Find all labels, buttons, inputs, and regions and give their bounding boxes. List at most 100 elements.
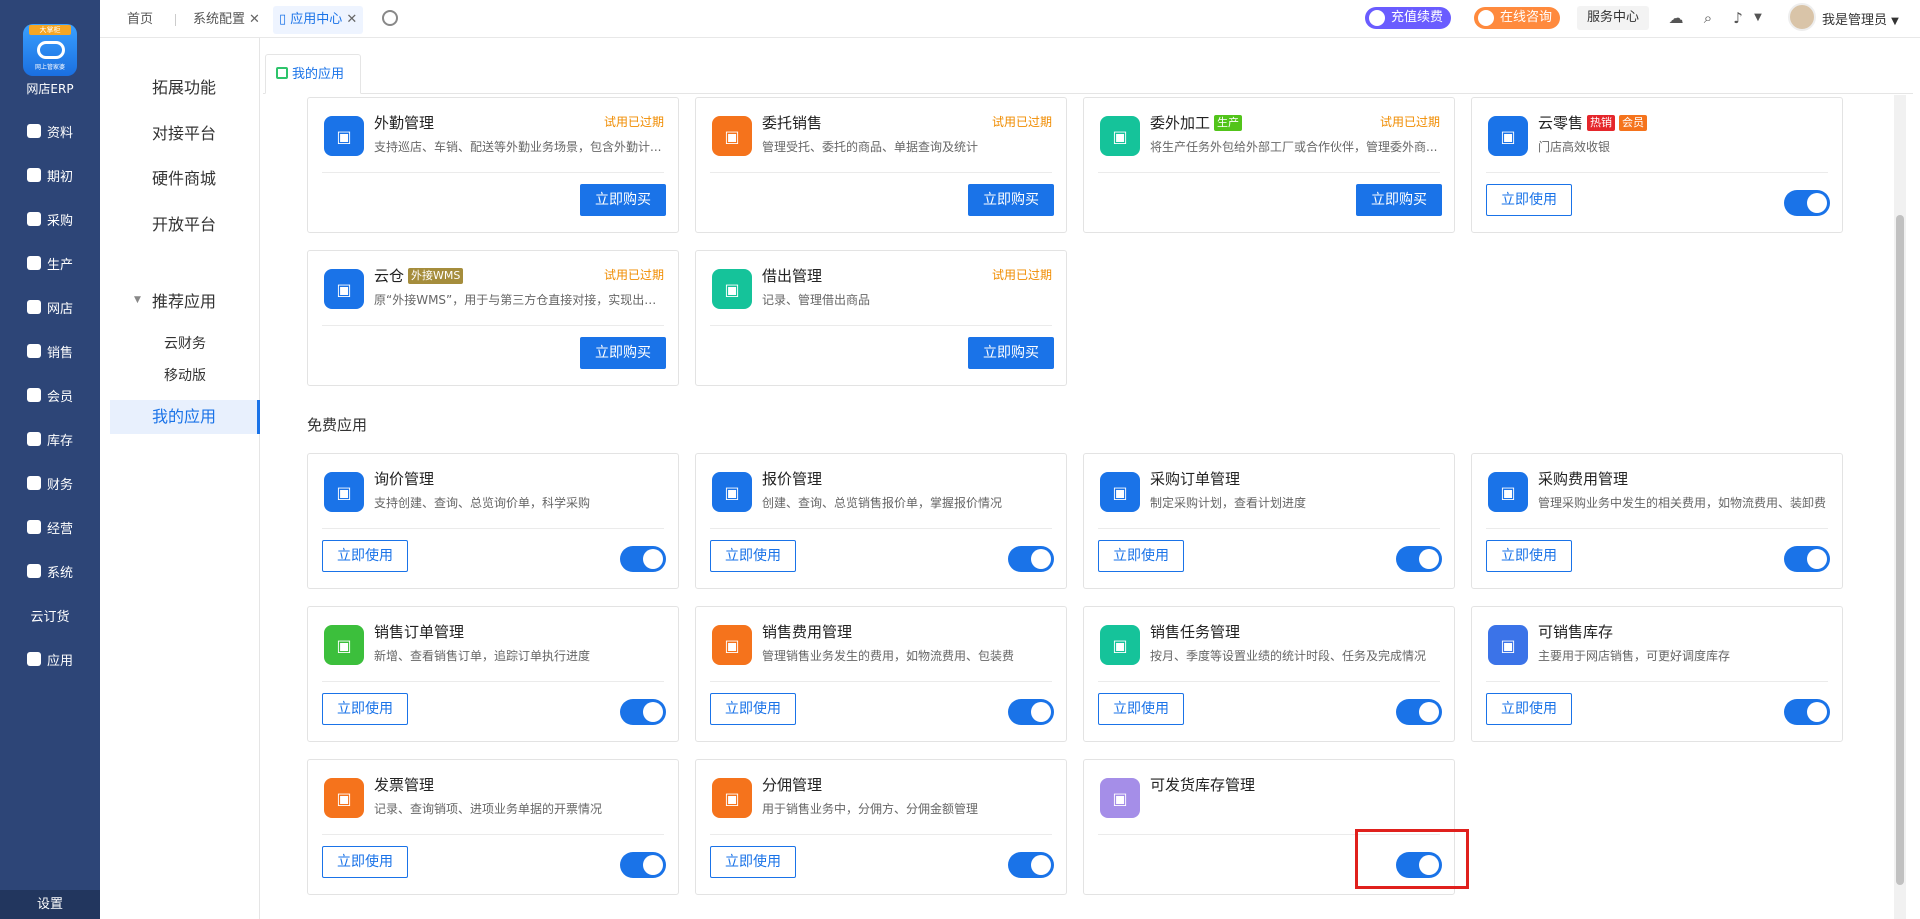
subnav-hardware-mall[interactable]: 硬件商城 (110, 165, 260, 189)
app-card[interactable]: ▣ 采购订单管理 制定采购计划，查看计划进度 立即使用 (1083, 453, 1455, 589)
nav-item-11[interactable]: 云订货 (0, 597, 100, 633)
search-icon[interactable]: ⌕ (1700, 10, 1716, 26)
buy-now-button[interactable]: 立即购买 (580, 184, 666, 216)
use-now-button[interactable]: 立即使用 (1098, 693, 1184, 725)
app-card[interactable]: ▣ 报价管理 创建、查询、总览销售报价单，掌握报价情况 立即使用 (695, 453, 1067, 589)
enable-toggle[interactable] (620, 852, 666, 878)
subnav-mobile[interactable]: 移动版 (110, 365, 260, 385)
scrollbar[interactable] (1894, 95, 1906, 919)
service-center-button[interactable]: 服务中心 (1577, 6, 1649, 30)
app-tag: 外接WMS (408, 268, 464, 284)
nav-item-12[interactable]: 应用 (0, 641, 100, 677)
recharge-button[interactable]: 充值续费 (1365, 7, 1452, 29)
app-name: 外勤管理 (374, 112, 434, 133)
app-card[interactable]: ▣ 采购费用管理 管理采购业务中发生的相关费用，如物流费用、装卸费 立即使用 (1471, 453, 1843, 589)
app-icon: ▣ (324, 472, 364, 512)
app-card[interactable]: ▣ 分佣管理 用于销售业务中，分佣方、分佣金额管理 立即使用 (695, 759, 1067, 895)
app-card[interactable]: ▣ 委托销售 管理受托、委托的商品、单据查询及统计 试用已过期 立即购买 (695, 97, 1067, 233)
nav-item-3[interactable]: 生产 (0, 245, 100, 281)
app-card[interactable]: ▣ 发票管理 记录、查询销项、进项业务单据的开票情况 立即使用 (307, 759, 679, 895)
app-card[interactable]: ▣ 销售费用管理 管理销售业务发生的费用，如物流费用、包装费 立即使用 (695, 606, 1067, 742)
tab-my-apps[interactable]: 我的应用 (265, 54, 361, 94)
close-icon[interactable]: ✕ (346, 12, 357, 27)
app-card[interactable]: ▣ 委外加工 生产 将生产任务外包给外部工厂或合作伙伴，管理委外商... 试用已过期 立即… (1083, 97, 1455, 233)
nav-item-label: 财务 (46, 477, 73, 493)
app-name-text: 采购订单管理 (1150, 470, 1241, 488)
enable-toggle[interactable] (620, 699, 666, 725)
consult-button[interactable]: 在线咨询 (1474, 7, 1561, 29)
chevron-down-icon[interactable]: ▼ (1750, 10, 1766, 26)
trial-expired-status: 试用已过期 (603, 268, 664, 282)
app-icon: ▣ (324, 778, 364, 818)
enable-toggle[interactable] (1784, 546, 1830, 572)
nav-item-4[interactable]: 网店 (0, 289, 100, 325)
app-name: 采购订单管理 (1150, 468, 1240, 489)
bell-icon[interactable]: ♪ (1730, 10, 1746, 26)
app-card[interactable]: ▣ 销售订单管理 新增、查看销售订单，追踪订单执行进度 立即使用 (307, 606, 679, 742)
tab-app-center[interactable]: ▯ 应用中心 ✕ (273, 6, 364, 34)
subnav-platforms[interactable]: 对接平台 (110, 120, 260, 144)
username-menu[interactable]: 我是管理员 ▼ (1822, 9, 1899, 28)
pie-icon (26, 388, 41, 402)
app-description: 管理销售业务发生的费用，如物流费用、包装费 (762, 649, 1015, 663)
download-cloud-icon[interactable]: ☁ (1668, 10, 1684, 26)
use-now-button[interactable]: 立即使用 (1486, 184, 1572, 216)
card-divider (322, 325, 664, 326)
logo[interactable]: 大掌柜 网上管家婆 (23, 24, 77, 76)
nav-item-8[interactable]: 财务 (0, 465, 100, 501)
gear-icon[interactable] (382, 10, 398, 26)
nav-item-7[interactable]: 库存 (0, 421, 100, 457)
buy-now-button[interactable]: 立即购买 (1356, 184, 1442, 216)
buy-now-button[interactable]: 立即购买 (968, 184, 1054, 216)
app-card[interactable]: ▣ 云零售 热销 会员 门店高效收银 立即使用 (1471, 97, 1843, 233)
enable-toggle[interactable] (1784, 699, 1830, 725)
use-now-button[interactable]: 立即使用 (322, 540, 408, 572)
use-now-button[interactable]: 立即使用 (710, 540, 796, 572)
settings-button[interactable]: 设置 (0, 890, 100, 919)
enable-toggle[interactable] (1008, 699, 1054, 725)
nav-item-10[interactable]: 系统 (0, 553, 100, 589)
app-name-text: 采购费用管理 (1538, 470, 1629, 488)
nav-item-6[interactable]: 会员 (0, 377, 100, 413)
enable-toggle[interactable] (620, 546, 666, 572)
nav-item-1[interactable]: 期初 (0, 157, 100, 193)
subnav-my-apps[interactable]: 我的应用 (110, 400, 260, 434)
subnav-open-platform[interactable]: 开放平台 (110, 211, 260, 235)
use-now-button[interactable]: 立即使用 (1098, 540, 1184, 572)
buy-now-button[interactable]: 立即购买 (968, 337, 1054, 369)
app-name: 分佣管理 (762, 774, 822, 795)
app-card[interactable]: ▣ 借出管理 记录、管理借出商品 试用已过期 立即购买 (695, 250, 1067, 386)
app-description: 按月、季度等设置业绩的统计时段、任务及完成情况 (1150, 649, 1427, 663)
subnav-recommended[interactable]: 推荐应用 (110, 288, 260, 312)
avatar[interactable] (1788, 3, 1816, 31)
enable-toggle[interactable] (1008, 546, 1054, 572)
scrollbar-thumb[interactable] (1896, 215, 1904, 885)
nav-item-2[interactable]: 采购 (0, 201, 100, 237)
app-card[interactable]: ▣ 外勤管理 支持巡店、车销、配送等外勤业务场景，包含外勤计... 试用已过期 立即购买 (307, 97, 679, 233)
use-now-button[interactable]: 立即使用 (710, 693, 796, 725)
use-now-button[interactable]: 立即使用 (322, 693, 408, 725)
tab-home[interactable]: 首页 (127, 6, 153, 34)
subnav-cloud-finance[interactable]: 云财务 (110, 333, 260, 353)
use-now-button[interactable]: 立即使用 (1486, 693, 1572, 725)
enable-toggle[interactable] (1396, 699, 1442, 725)
app-description: 制定采购计划，查看计划进度 (1150, 496, 1307, 510)
enable-toggle[interactable] (1396, 546, 1442, 572)
app-card[interactable]: ▣ 询价管理 支持创建、查询、总览询价单，科学采购 立即使用 (307, 453, 679, 589)
app-card[interactable]: ▣ 可销售库存 主要用于网店销售，可更好调度库存 立即使用 (1471, 606, 1843, 742)
subnav-extensions[interactable]: 拓展功能 (110, 74, 260, 98)
app-card[interactable]: ▣ 销售任务管理 按月、季度等设置业绩的统计时段、任务及完成情况 立即使用 (1083, 606, 1455, 742)
tab-system-config[interactable]: 系统配置 ✕ (193, 6, 260, 34)
use-now-button[interactable]: 立即使用 (710, 846, 796, 878)
buy-now-button[interactable]: 立即购买 (580, 337, 666, 369)
use-now-button[interactable]: 立即使用 (322, 846, 408, 878)
nav-item-9[interactable]: 经营 (0, 509, 100, 545)
enable-toggle[interactable] (1784, 190, 1830, 216)
close-icon[interactable]: ✕ (249, 12, 260, 27)
nav-item-5[interactable]: 销售 (0, 333, 100, 369)
nav-item-0[interactable]: 资料 (0, 113, 100, 149)
enable-toggle[interactable] (1008, 852, 1054, 878)
app-name: 发票管理 (374, 774, 434, 795)
app-card[interactable]: ▣ 云仓 外接WMS 原“外接WMS”，用于与第三方仓直接对接，实现出入... 试用已过… (307, 250, 679, 386)
use-now-button[interactable]: 立即使用 (1486, 540, 1572, 572)
